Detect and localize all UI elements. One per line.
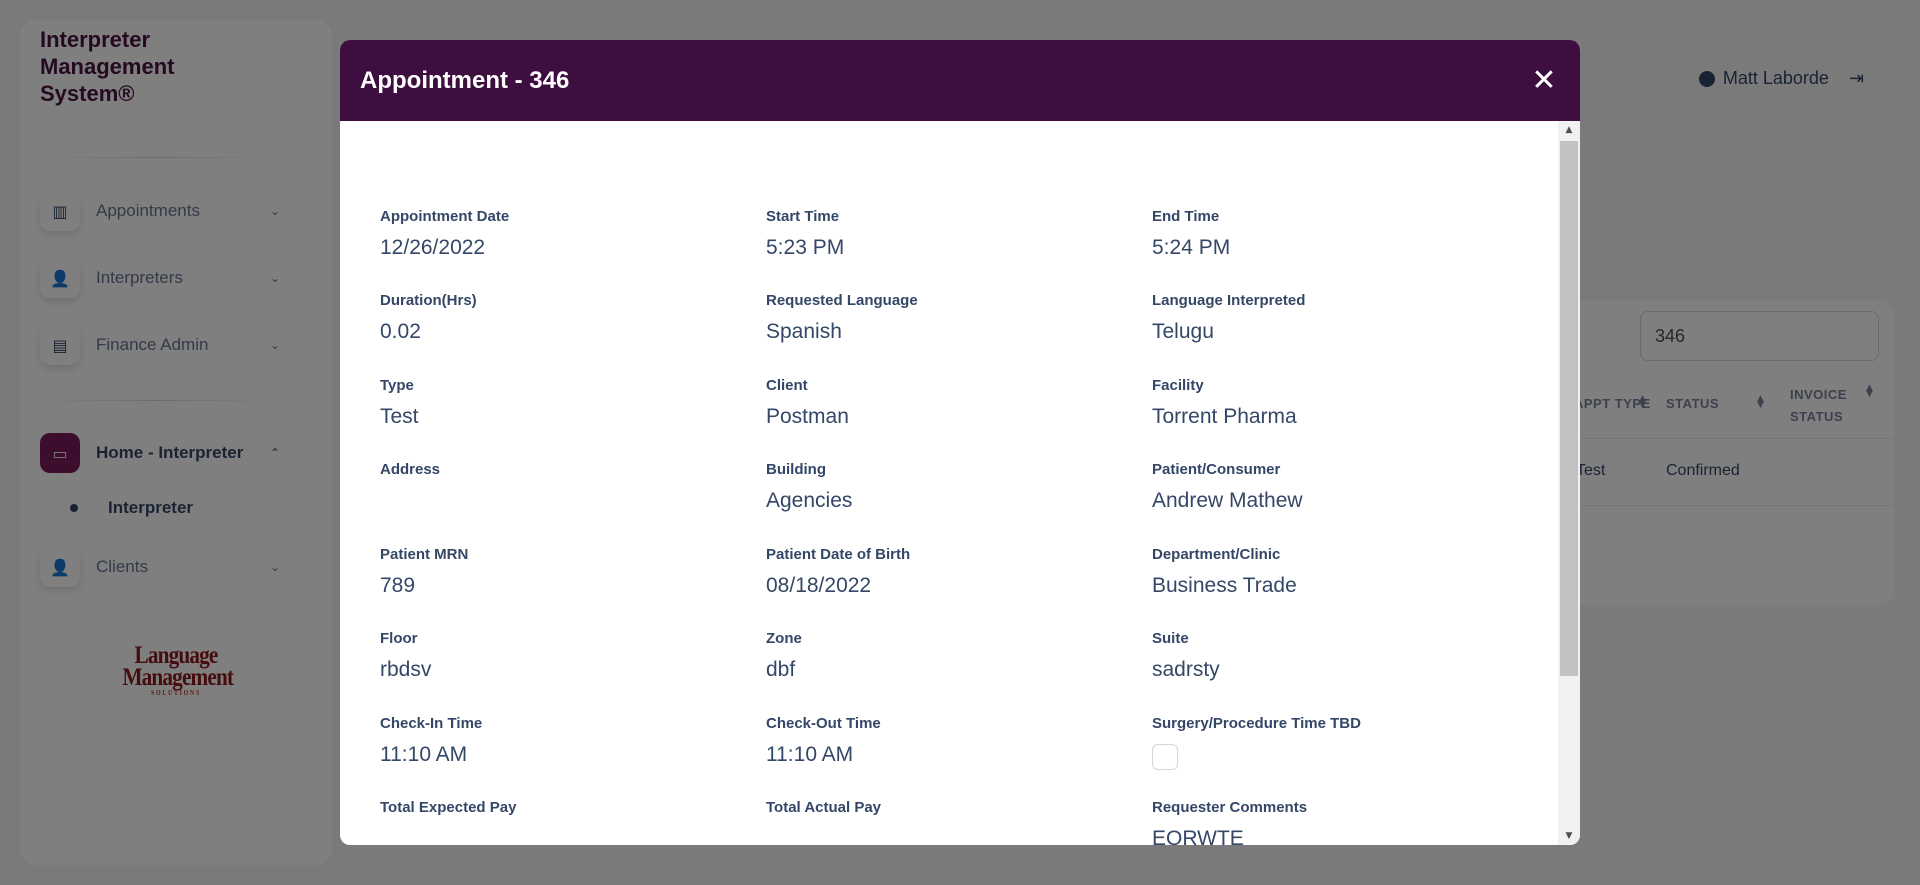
field-value: Telugu (1152, 320, 1214, 343)
field-check-out-time: Check-Out Time 11:10 AM (766, 714, 1126, 768)
scrollbar-thumb[interactable] (1560, 141, 1578, 676)
field-label: End Time (1152, 208, 1220, 225)
field-language-interpreted: Language Interpreted Telugu (1152, 291, 1512, 345)
field-value: Andrew Mathew (1152, 489, 1303, 512)
field-label: Address (380, 461, 441, 478)
field-value: 11:10 AM (766, 743, 854, 766)
field-floor: Floor rbdsv (380, 629, 740, 683)
field-value: rbdsv (380, 658, 432, 681)
field-label: Total Actual Pay (766, 799, 882, 816)
field-total-actual-pay: Total Actual Pay (766, 798, 1126, 845)
field-label: Suite (1152, 630, 1189, 647)
appointment-modal: Appointment - 346 ✕ Appointment Date 12/… (340, 40, 1580, 845)
modal-scrollbar[interactable]: ▲ ▼ (1558, 121, 1580, 845)
field-value: 11:10 AM (380, 743, 468, 766)
field-value: 5:23 PM (766, 236, 845, 259)
field-zone: Zone dbf (766, 629, 1126, 683)
field-label: Type (380, 377, 414, 394)
field-label: Zone (766, 630, 802, 647)
field-label: Requested Language (766, 292, 918, 309)
field-start-time: Start Time 5:23 PM (766, 207, 1126, 261)
field-value: Test (380, 405, 419, 428)
field-client: Client Postman (766, 376, 1126, 430)
field-requester-comments: Requester Comments EQRWTE (1152, 798, 1512, 845)
field-appointment-date: Appointment Date 12/26/2022 (380, 207, 740, 261)
field-value: 12/26/2022 (380, 236, 486, 259)
field-facility: Facility Torrent Pharma (1152, 376, 1512, 430)
field-check-in-time: Check-In Time 11:10 AM (380, 714, 740, 768)
field-duration: Duration(Hrs) 0.02 (380, 291, 740, 345)
field-value: sadrsty (1152, 658, 1220, 681)
field-label: Total Expected Pay (380, 799, 517, 816)
field-label: Patient MRN (380, 546, 469, 563)
field-label: Check-Out Time (766, 715, 881, 732)
field-patient-mrn: Patient MRN 789 (380, 545, 740, 599)
field-value: dbf (766, 658, 796, 681)
field-label: Patient/Consumer (1152, 461, 1281, 478)
field-value: Agencies (766, 489, 853, 512)
field-address: Address (380, 460, 740, 514)
modal-title: Appointment - 346 (360, 66, 570, 94)
field-label: Start Time (766, 208, 840, 225)
field-patient-dob: Patient Date of Birth 08/18/2022 (766, 545, 1126, 599)
field-label: Building (766, 461, 826, 478)
field-value: Postman (766, 405, 849, 428)
field-value: EQRWTE (1152, 827, 1244, 845)
field-label: Patient Date of Birth (766, 546, 911, 563)
field-value: Business Trade (1152, 574, 1297, 597)
field-label: Duration(Hrs) (380, 292, 477, 309)
field-label: Client (766, 377, 808, 394)
field-value: Torrent Pharma (1152, 405, 1297, 428)
field-value: Spanish (766, 320, 842, 343)
field-value: 5:24 PM (1152, 236, 1231, 259)
field-label: Appointment Date (380, 208, 510, 225)
field-label: Department/Clinic (1152, 546, 1281, 563)
field-label: Language Interpreted (1152, 292, 1306, 309)
field-total-expected-pay: Total Expected Pay (380, 798, 740, 845)
field-label: Check-In Time (380, 715, 483, 732)
field-suite: Suite sadrsty (1152, 629, 1512, 683)
field-label: Floor (380, 630, 418, 647)
surgery-tbd-checkbox[interactable] (1152, 744, 1178, 770)
field-building: Building Agencies (766, 460, 1126, 514)
field-label: Facility (1152, 377, 1204, 394)
field-value (380, 488, 740, 514)
field-patient-consumer: Patient/Consumer Andrew Mathew (1152, 460, 1512, 514)
field-value: 0.02 (380, 320, 421, 343)
field-requested-language: Requested Language Spanish (766, 291, 1126, 345)
scroll-up-arrow-icon[interactable]: ▲ (1558, 125, 1580, 135)
modal-header: Appointment - 346 ✕ (340, 40, 1580, 121)
field-value: 789 (380, 574, 416, 597)
field-label: Requester Comments (1152, 799, 1308, 816)
field-value (766, 826, 1126, 845)
field-value: 08/18/2022 (766, 574, 872, 597)
field-end-time: End Time 5:24 PM (1152, 207, 1512, 261)
modal-body: Appointment Date 12/26/2022 Start Time 5… (340, 121, 1558, 845)
close-icon[interactable]: ✕ (1528, 65, 1560, 96)
field-department-clinic: Department/Clinic Business Trade (1152, 545, 1512, 599)
field-value (380, 826, 740, 845)
field-type: Type Test (380, 376, 740, 430)
scroll-down-arrow-icon[interactable]: ▼ (1558, 831, 1580, 841)
field-label: Surgery/Procedure Time TBD (1152, 715, 1361, 732)
field-surgery-time-tbd: Surgery/Procedure Time TBD (1152, 714, 1512, 770)
